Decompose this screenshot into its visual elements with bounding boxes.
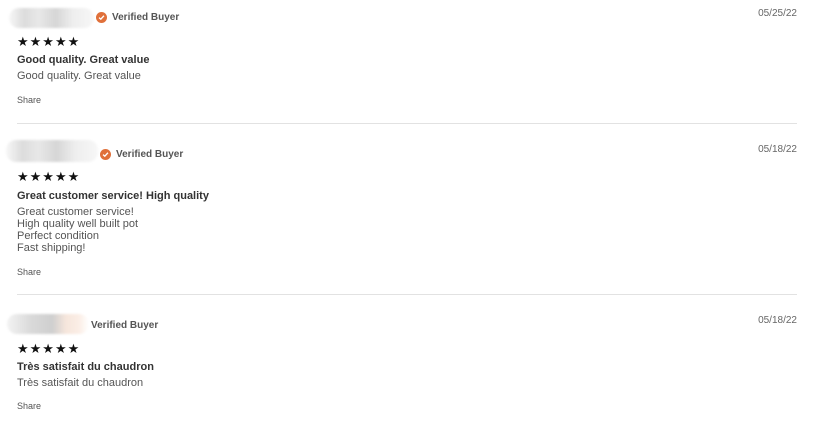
review-body-line: Great customer service! xyxy=(17,206,134,218)
share-link[interactable]: Share xyxy=(17,401,41,411)
review-item: Verified Buyer 05/18/22 ★★★★★ Great cust… xyxy=(0,124,813,295)
review-title: Très satisfait du chaudron xyxy=(17,361,154,373)
verified-buyer-label: Verified Buyer xyxy=(91,320,159,331)
review-body-line: Très satisfait du chaudron xyxy=(17,377,144,389)
review-title: Great customer service! High quality xyxy=(17,190,209,202)
review-body-line: Good quality. Great value xyxy=(17,70,141,82)
review-body: Great customer service! High quality wel… xyxy=(17,206,138,254)
review-body: Good quality. Great value xyxy=(17,70,141,82)
verified-buyer-badge: Verified Buyer xyxy=(100,149,183,160)
review-date: 05/18/22 xyxy=(758,315,797,326)
reviewer-name-redacted xyxy=(9,8,94,28)
check-circle-icon xyxy=(100,149,111,160)
review-body-line: Fast shipping! xyxy=(17,242,86,254)
share-link[interactable]: Share xyxy=(17,95,41,105)
review-title: Good quality. Great value xyxy=(17,54,150,66)
star-rating: ★★★★★ xyxy=(17,34,81,49)
reviewer-name-redacted xyxy=(7,314,89,334)
verified-buyer-badge: Verified Buyer xyxy=(96,12,179,23)
verified-buyer-badge: Verified Buyer xyxy=(91,320,158,331)
review-date: 05/18/22 xyxy=(758,144,797,155)
check-circle-icon xyxy=(96,12,107,23)
review-date: 05/25/22 xyxy=(758,8,797,19)
review-item: Verified Buyer 05/18/22 ★★★★★ Très satis… xyxy=(0,295,813,422)
star-rating: ★★★★★ xyxy=(17,341,81,356)
reviewer-name-redacted xyxy=(6,140,98,162)
star-rating: ★★★★★ xyxy=(17,169,81,184)
verified-buyer-label: Verified Buyer xyxy=(116,149,184,160)
review-body-line: Perfect condition xyxy=(17,230,99,242)
review-body: Très satisfait du chaudron xyxy=(17,377,143,389)
review-item: Verified Buyer 05/25/22 ★★★★★ Good quali… xyxy=(0,0,813,124)
verified-buyer-label: Verified Buyer xyxy=(112,12,180,23)
review-body-line: High quality well built pot xyxy=(17,218,139,230)
share-link[interactable]: Share xyxy=(17,267,41,277)
